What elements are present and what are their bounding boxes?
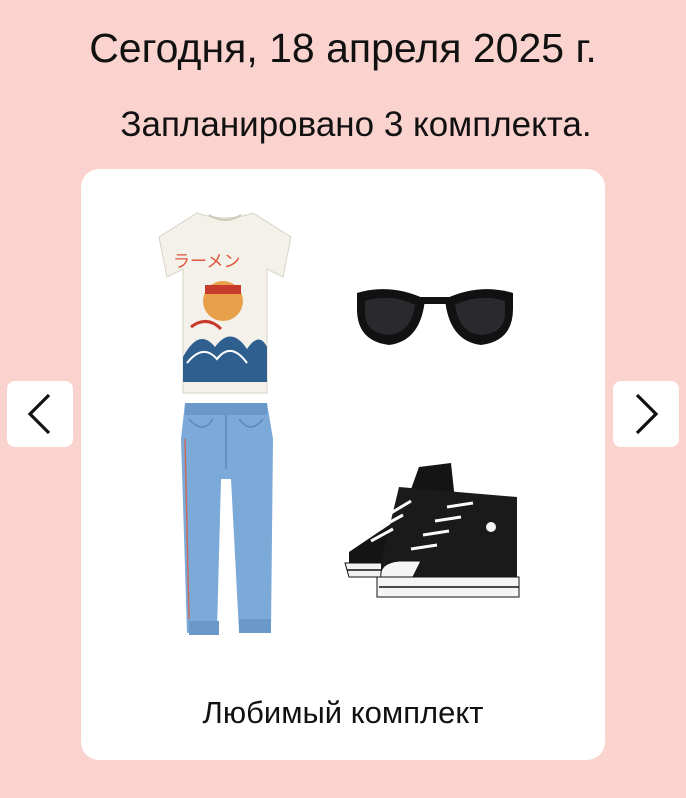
outfit-card[interactable]: ラーメン Любимый комплект xyxy=(81,169,605,760)
chevron-left-icon xyxy=(27,393,51,435)
next-outfit-button[interactable] xyxy=(613,381,679,447)
chevron-right-icon xyxy=(635,393,659,435)
previous-outfit-button[interactable] xyxy=(7,381,73,447)
sunglasses-image xyxy=(357,289,513,345)
sneakers-image xyxy=(344,463,520,598)
jeans-image xyxy=(181,403,273,635)
tshirt-print-text: ラーメン xyxy=(173,252,240,272)
outfit-name: Любимый комплект xyxy=(202,695,484,730)
date-title: Сегодня, 18 апреля 2025 г. xyxy=(89,25,597,71)
planned-outfits-count: Запланировано 3 комплекта. xyxy=(120,105,592,144)
tshirt-image: ラーメン xyxy=(158,212,292,394)
